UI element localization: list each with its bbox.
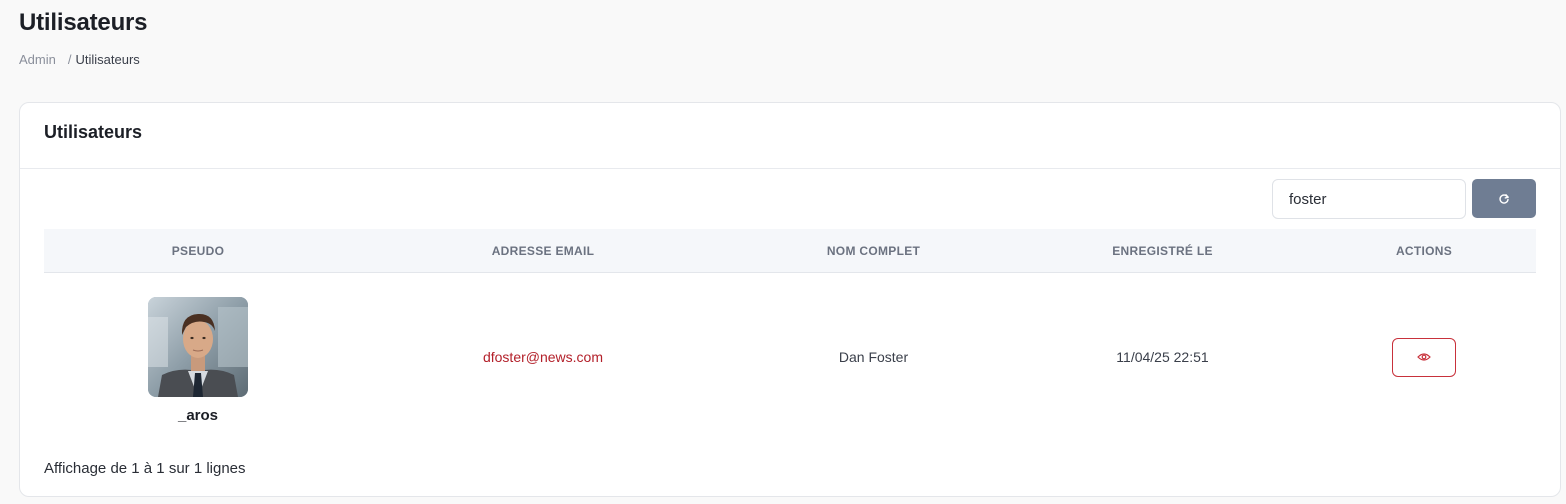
table-row: _aros dfoster@news.com Dan Foster 11/04/… [44, 273, 1536, 441]
eye-icon [1417, 353, 1431, 361]
pseudo-name: _aros [177, 406, 219, 424]
breadcrumb: Admin / Utilisateurs [19, 52, 140, 67]
page-title: Utilisateurs [19, 9, 148, 36]
full-name-cell: Dan Foster [838, 349, 909, 365]
avatar [148, 296, 248, 397]
header-email[interactable]: ADRESSE EMAIL [352, 244, 734, 258]
actions-cell [1312, 337, 1536, 377]
email-link[interactable]: dfoster@news.com [483, 349, 603, 365]
header-actions: ACTIONS [1395, 243, 1453, 258]
header-registered[interactable]: ENREGISTRÉ LE [1013, 244, 1312, 258]
users-table: PSEUDO ADRESSE EMAIL NOM COMPLET ENREGIS… [44, 229, 1536, 441]
refresh-button[interactable] [1472, 179, 1536, 218]
breadcrumb-current: Utilisateurs [75, 52, 140, 67]
breadcrumb-admin-link[interactable]: Admin [19, 52, 56, 67]
users-card: Utilisateurs PSEUDO ADRESSE EMAIL NOM CO… [19, 102, 1561, 497]
table-toolbar [1272, 179, 1536, 219]
breadcrumb-separator: / [67, 52, 72, 67]
card-header: Utilisateurs [20, 103, 1560, 169]
refresh-icon [1499, 193, 1509, 204]
card-title: Utilisateurs [44, 122, 143, 142]
email-cell: dfoster@news.com [352, 349, 734, 365]
registered-date-cell: 11/04/25 22:51 [1116, 349, 1209, 365]
table-header: PSEUDO ADRESSE EMAIL NOM COMPLET ENREGIS… [44, 229, 1536, 273]
view-user-button[interactable] [1392, 337, 1456, 377]
header-full-name[interactable]: NOM COMPLET [734, 244, 1013, 258]
pseudo-cell: _aros [44, 291, 352, 424]
header-pseudo[interactable]: PSEUDO [44, 244, 352, 258]
pagination-info: Affichage de 1 à 1 sur 1 lignes [44, 460, 246, 477]
avatar-photo [148, 296, 248, 397]
search-input[interactable] [1272, 179, 1466, 219]
